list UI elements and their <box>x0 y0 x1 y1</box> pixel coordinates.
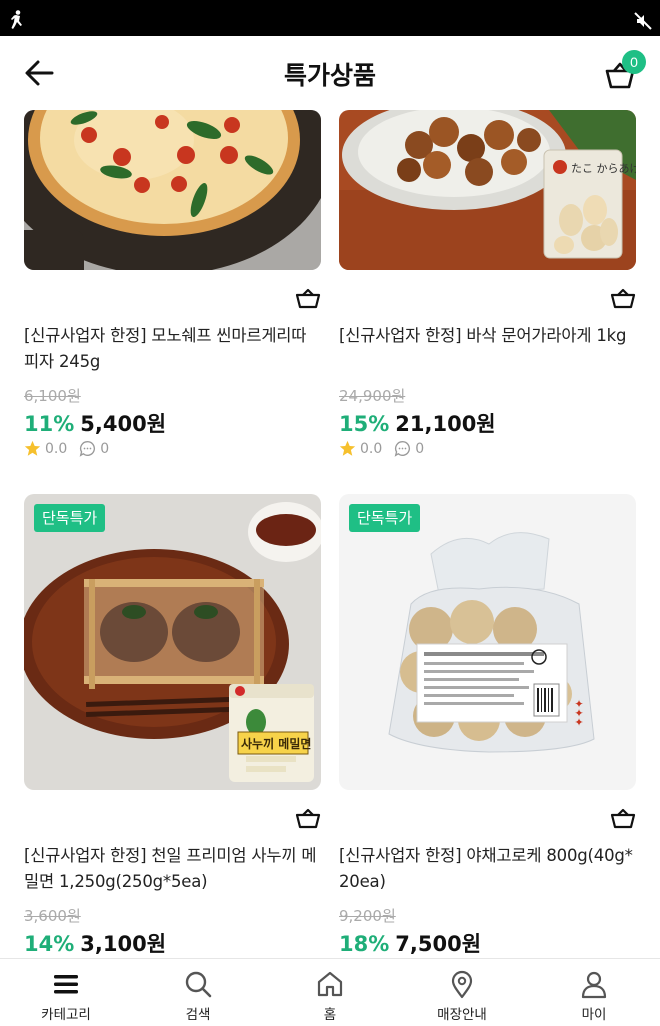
product-name[interactable]: [신규사업자 한정] 모노쉐프 씬마르게리따피자 245g <box>24 323 321 375</box>
tab-label: 홈 <box>323 1007 337 1023</box>
product-image-buckwheat-noodles[interactable]: 사누끼 메밀면 <box>24 494 321 790</box>
original-price: 3,600원 <box>24 907 81 925</box>
review-meta: 0.0 0 <box>339 440 424 457</box>
package-label-text: たこ からあげ <box>571 162 636 175</box>
sale-price: 21,100원 <box>395 412 496 436</box>
cart-count-badge: 0 <box>622 50 646 74</box>
location-pin-icon <box>451 970 473 999</box>
tab-label: 카테고리 <box>41 1007 91 1023</box>
tab-label: 매장안내 <box>437 1007 487 1023</box>
discount-rate: 14% <box>24 932 75 956</box>
tab-search[interactable]: 검색 <box>132 959 264 1026</box>
product-image-pizza[interactable] <box>24 110 321 270</box>
original-price: 24,900원 <box>339 387 406 405</box>
product-image-croquette[interactable]: ✦✦✦ <box>339 494 636 790</box>
tab-store-info[interactable]: 매장안내 <box>396 959 528 1026</box>
accessibility-walk-icon <box>11 10 22 29</box>
review-meta: 0.0 0 <box>24 440 109 457</box>
tab-category[interactable]: 카테고리 <box>0 959 132 1026</box>
sale-price: 3,100원 <box>80 932 167 956</box>
search-icon <box>185 971 212 998</box>
comment-count: 0 <box>415 440 425 457</box>
comment-count: 0 <box>100 440 110 457</box>
product-image-fried-octopus[interactable]: たこ からあげ <box>339 110 636 270</box>
add-to-cart-basket-icon[interactable] <box>610 807 636 829</box>
product-name[interactable]: [신규사업자 한정] 천일 프리미엄 사누끼 메밀면 1,250g(250g*5… <box>24 843 321 895</box>
comment-icon <box>79 441 96 457</box>
tab-my[interactable]: 마이 <box>528 959 660 1026</box>
star-icon <box>24 440 41 456</box>
add-to-cart-basket-icon[interactable] <box>295 287 321 309</box>
rating-value: 0.0 <box>45 440 68 457</box>
price-row: 15% 21,100원 <box>339 408 496 438</box>
discount-rate: 15% <box>339 412 390 436</box>
product-grid: [신규사업자 한정] 모노쉐프 씬마르게리따피자 245g 6,100원 11%… <box>0 110 660 958</box>
tab-label: 검색 <box>185 1007 211 1023</box>
rating-value: 0.0 <box>360 440 383 457</box>
tab-label: 마이 <box>581 1007 607 1023</box>
bottom-tab-bar: 카테고리 검색 홈 매장안내 마이 <box>0 958 660 1026</box>
sale-price: 5,400원 <box>80 412 167 436</box>
product-name[interactable]: [신규사업자 한정] 바삭 문어가라아게 1kg <box>339 323 636 349</box>
comment-icon <box>394 441 411 457</box>
add-to-cart-basket-icon[interactable] <box>295 807 321 829</box>
app-header: 특가상품 0 <box>0 36 660 110</box>
discount-rate: 11% <box>24 412 75 436</box>
mute-icon <box>634 12 652 30</box>
package-label-text: 사누끼 메밀면 <box>241 736 311 751</box>
status-bar <box>0 0 660 36</box>
home-icon <box>317 971 343 997</box>
original-price: 9,200원 <box>339 907 396 925</box>
menu-icon <box>54 975 78 994</box>
original-price: 6,100원 <box>24 387 81 405</box>
sale-price: 7,500원 <box>395 932 482 956</box>
price-row: 14% 3,100원 <box>24 928 166 958</box>
price-row: 11% 5,400원 <box>24 408 166 438</box>
page-title: 특가상품 <box>283 61 376 90</box>
svg-text:✦✦✦: ✦✦✦ <box>572 699 585 727</box>
price-row: 18% 7,500원 <box>339 928 481 958</box>
add-to-cart-basket-icon[interactable] <box>610 287 636 309</box>
star-icon <box>339 440 356 456</box>
discount-rate: 18% <box>339 932 390 956</box>
exclusive-deal-badge: 단독특가 <box>349 504 421 532</box>
user-icon <box>581 971 607 999</box>
exclusive-deal-badge: 단독특가 <box>34 504 106 532</box>
product-name[interactable]: [신규사업자 한정] 야채고로케 800g(40g*20ea) <box>339 843 636 895</box>
tab-home[interactable]: 홈 <box>264 959 396 1026</box>
